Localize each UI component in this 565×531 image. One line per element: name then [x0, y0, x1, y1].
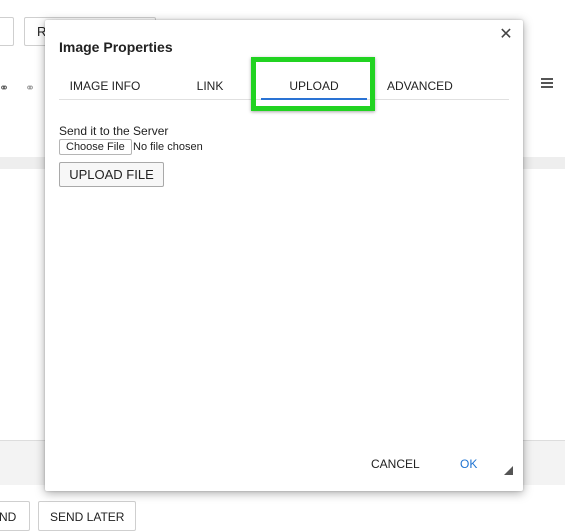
cancel-button[interactable]: CANCEL: [371, 457, 420, 471]
tab-upload[interactable]: UPLOAD: [261, 65, 367, 100]
tab-upload-label: UPLOAD: [289, 79, 339, 93]
upload-label: Send it to the Server: [59, 124, 169, 138]
unlink-icon: ⚭: [25, 81, 36, 95]
close-icon[interactable]: ✕: [497, 26, 515, 44]
background-send-label: ND: [0, 510, 17, 524]
image-properties-dialog: Image Properties ✕ IMAGE INFO LINK UPLOA…: [45, 20, 523, 491]
tab-link[interactable]: LINK: [191, 65, 229, 99]
active-tab-underline: [261, 98, 367, 100]
link-icon: ⚭: [0, 81, 10, 95]
background-send-button: ND: [0, 501, 30, 531]
send-later-label: SEND LATER: [50, 510, 125, 524]
background-button-partial: [0, 17, 14, 46]
tab-bar: IMAGE INFO LINK UPLOAD ADVANCED: [59, 65, 509, 100]
send-later-button: SEND LATER: [38, 501, 136, 531]
tab-advanced-label: ADVANCED: [387, 79, 453, 93]
file-status: No file chosen: [133, 141, 203, 153]
tab-image-info[interactable]: IMAGE INFO: [59, 65, 151, 99]
choose-file-button[interactable]: Choose File: [59, 139, 132, 155]
resize-handle-icon[interactable]: [504, 466, 513, 475]
hamburger-menu-icon: [541, 78, 553, 90]
tab-advanced[interactable]: ADVANCED: [387, 65, 453, 99]
dialog-title: Image Properties: [59, 39, 173, 55]
ok-button[interactable]: OK: [460, 457, 477, 471]
tab-image-info-label: IMAGE INFO: [69, 79, 141, 93]
upload-file-button[interactable]: UPLOAD FILE: [59, 162, 164, 187]
tab-link-label: LINK: [196, 79, 224, 93]
